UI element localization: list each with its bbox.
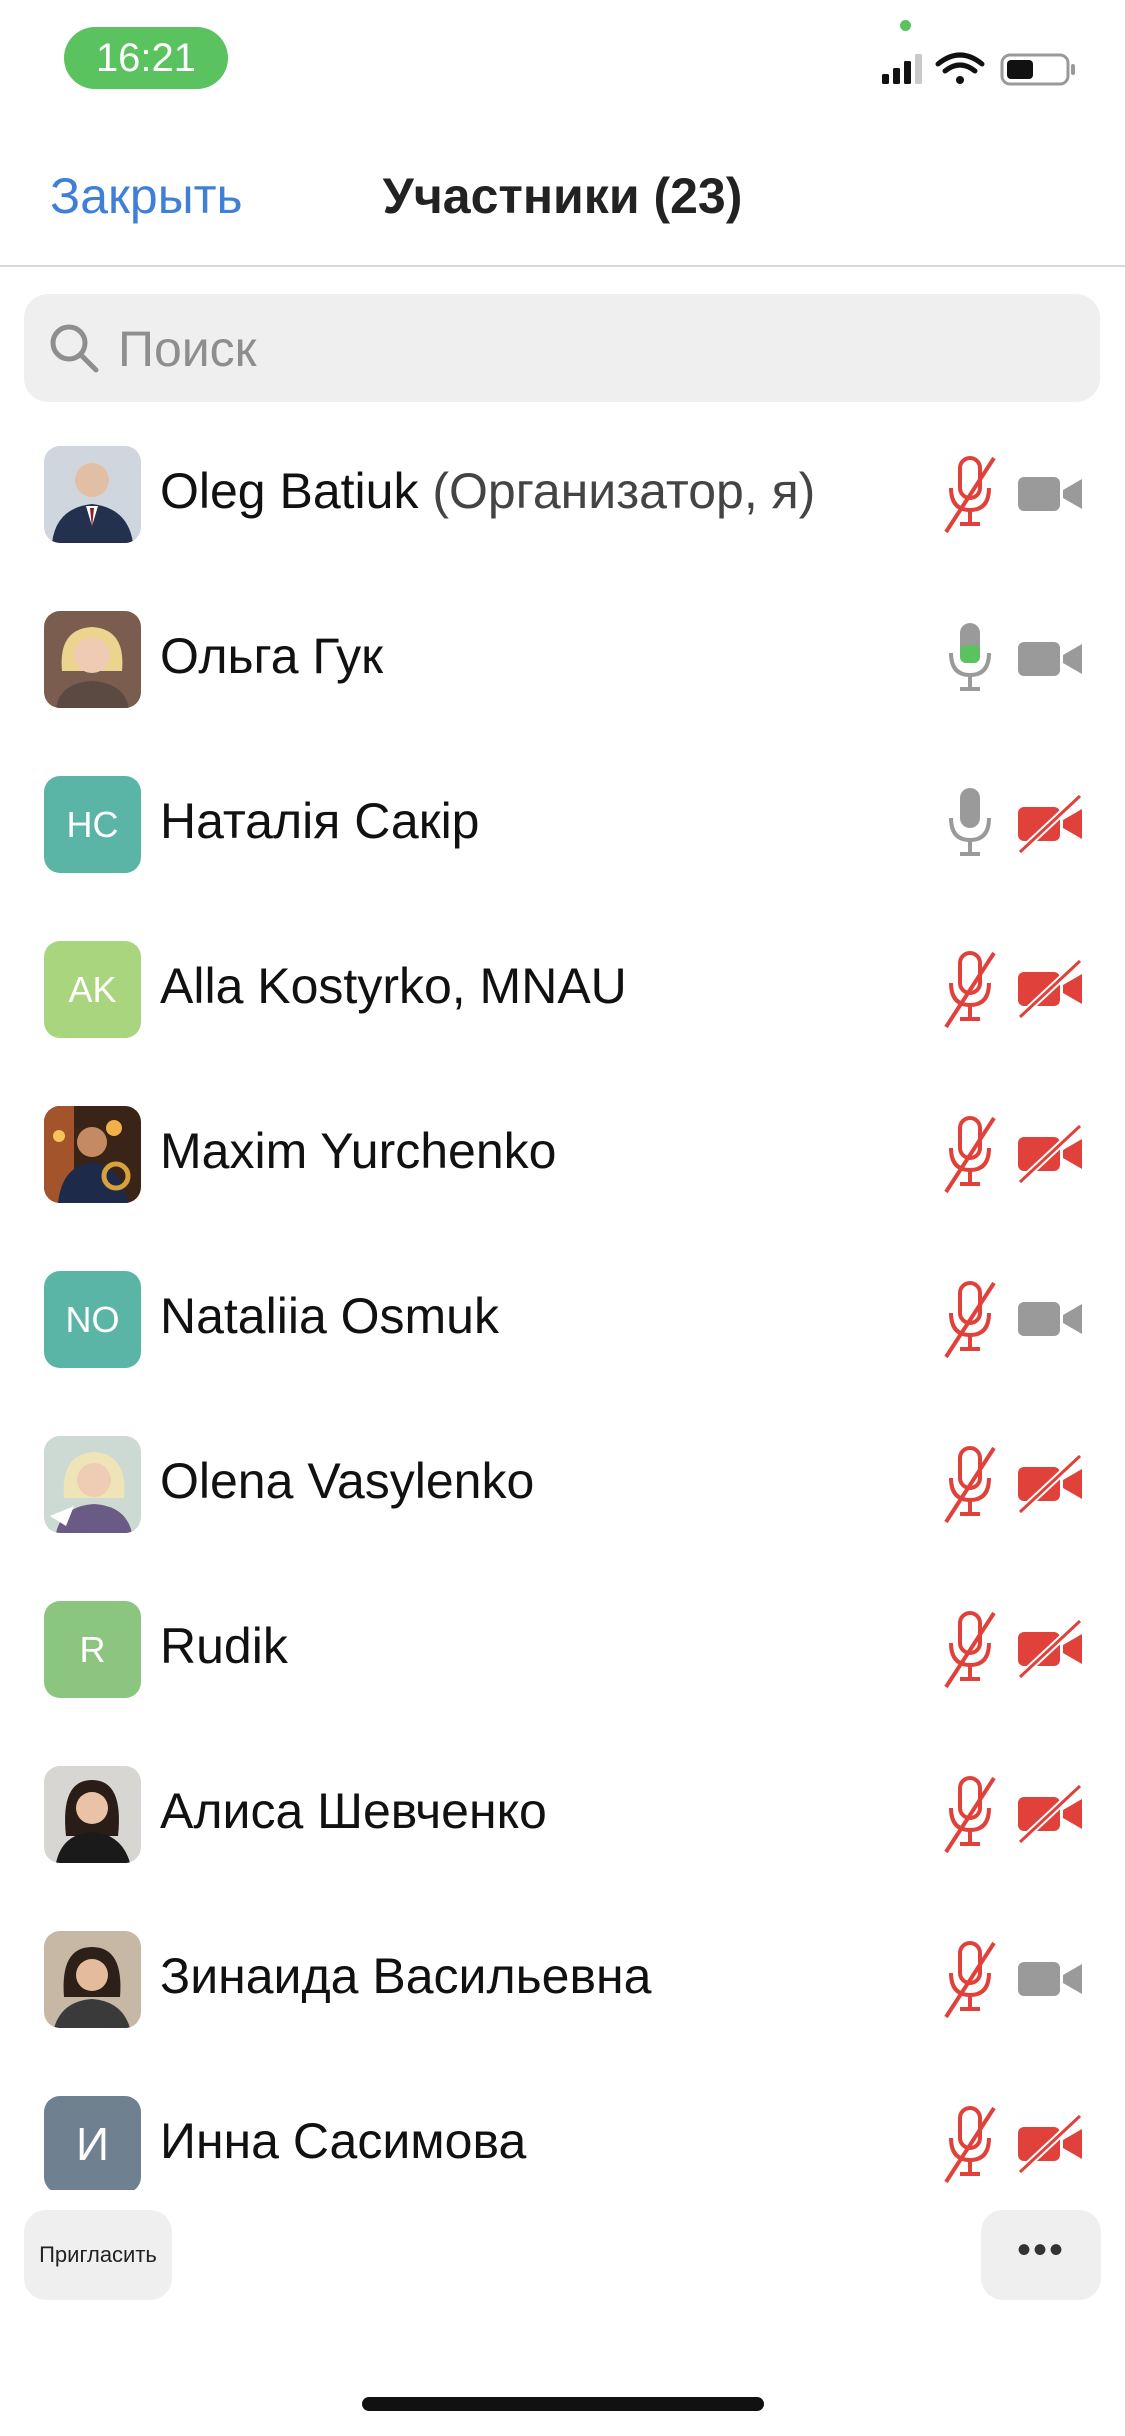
mic-muted-icon[interactable] [940,1112,1000,1197]
mic-muted-icon[interactable] [940,1442,1000,1527]
participant-name: Alla Kostyrko, MNAU [160,958,627,1014]
avatar-initials: И [44,2096,141,2190]
page-title: Участники (23) [382,168,743,224]
avatar-initials: AK [44,941,141,1038]
status-icons [882,52,1075,86]
video-off-icon[interactable] [1016,2114,1084,2174]
participant-row[interactable]: Olena Vasylenko [0,1402,1125,1567]
video-on-icon[interactable] [1016,464,1084,524]
avatar-initials: НС [44,776,141,873]
search-bar[interactable] [24,294,1100,402]
mic-muted-icon[interactable] [940,1277,1000,1362]
status-time: 16:21 [64,27,228,89]
participant-name: Maxim Yurchenko [160,1123,557,1179]
more-options-button[interactable]: ••• [981,2210,1101,2300]
search-input[interactable] [116,308,1070,390]
cellular-signal-icon [882,54,922,84]
participant-role: (Организатор, я) [432,463,816,519]
participants-screen: 16:21 Закрыть Участники (23) Поиск Oleg … [0,0,1125,2436]
participant-row[interactable]: Зинаида Васильевна [0,1897,1125,2062]
video-off-icon[interactable] [1016,794,1084,854]
participant-row[interactable]: Ольга Гук [0,577,1125,742]
video-on-icon[interactable] [1016,629,1084,689]
header: Закрыть Участники (23) [0,140,1125,267]
participant-row[interactable]: Алиса Шевченко [0,1732,1125,1897]
participant-name: Rudik [160,1618,288,1674]
avatar-photo [44,611,141,708]
video-off-icon[interactable] [1016,1784,1084,1844]
participant-row[interactable]: NO Nataliia Osmuk [0,1237,1125,1402]
mic-on-icon[interactable] [940,782,1000,867]
participant-row[interactable]: И Инна Сасимова [0,2062,1125,2190]
avatar-photo [44,1766,141,1863]
avatar-photo [44,446,141,543]
participant-name: Olena Vasylenko [160,1453,535,1509]
participant-name: Зинаида Васильевна [160,1948,652,2004]
avatar-photo [44,1931,141,2028]
mic-muted-icon[interactable] [940,1772,1000,1857]
video-on-icon[interactable] [1016,1289,1084,1349]
video-off-icon[interactable] [1016,1124,1084,1184]
mic-speaking-icon[interactable] [940,617,1000,702]
avatar-initials: R [44,1601,141,1698]
participant-row[interactable]: AK Alla Kostyrko, MNAU [0,907,1125,1072]
battery-icon [1000,53,1075,86]
privacy-indicator-dot [900,20,911,31]
video-off-icon[interactable] [1016,1619,1084,1679]
avatar-photo [44,1436,141,1533]
participant-name: Алиса Шевченко [160,1783,547,1839]
participant-name: Oleg Batiuk (Организатор, я) [160,463,816,519]
participant-name: Nataliia Osmuk [160,1288,499,1344]
participant-row[interactable]: НС Наталія Сакір [0,742,1125,907]
mic-muted-icon[interactable] [940,452,1000,537]
video-on-icon[interactable] [1016,1949,1084,2009]
participant-name: Ольга Гук [160,628,383,684]
video-off-icon[interactable] [1016,1454,1084,1514]
participant-row[interactable]: R Rudik [0,1567,1125,1732]
mic-muted-icon[interactable] [940,947,1000,1032]
mic-muted-icon[interactable] [940,2102,1000,2187]
participant-row[interactable]: Oleg Batiuk (Организатор, я) [0,412,1125,577]
invite-button[interactable]: Пригласить [24,2210,172,2300]
participant-row[interactable]: Maxim Yurchenko [0,1072,1125,1237]
avatar-initials: NO [44,1271,141,1368]
status-bar: 16:21 [0,0,1125,120]
mic-muted-icon[interactable] [940,1607,1000,1692]
search-icon [50,324,99,373]
participant-list[interactable]: Oleg Batiuk (Организатор, я) Ольга Гук Н… [0,412,1125,2190]
mic-muted-icon[interactable] [940,1937,1000,2022]
wifi-icon [935,52,985,84]
avatar-photo [44,1106,141,1203]
participant-name: Наталія Сакір [160,793,480,849]
video-off-icon[interactable] [1016,959,1084,1019]
participant-name: Инна Сасимова [160,2113,527,2169]
home-indicator[interactable] [362,2397,764,2411]
